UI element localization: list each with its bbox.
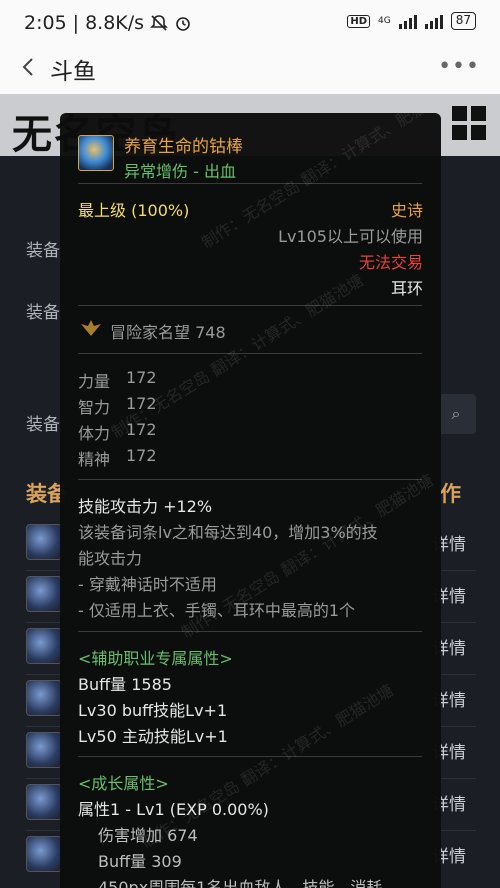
hd-badge: HD bbox=[347, 14, 371, 28]
stat-name: 精神 bbox=[78, 450, 111, 469]
watermark: 制作：无名空岛 翻译：计算式、肥猫池塘 bbox=[108, 270, 367, 442]
signal-icon-2 bbox=[424, 13, 443, 29]
stat-value: 172 bbox=[126, 368, 157, 387]
equip-row-icon bbox=[26, 784, 62, 820]
equip-row-icon bbox=[26, 576, 62, 612]
damage-increase: 伤害增加 674 bbox=[98, 826, 198, 845]
clock: 2:05 bbox=[24, 12, 67, 34]
battery-icon: 87 bbox=[450, 12, 476, 30]
support-header: <辅助职业专属属性> bbox=[78, 649, 233, 668]
growth-desc: 450px周围每1名出血敌人，技能、消耗 bbox=[98, 878, 383, 888]
divider bbox=[78, 305, 422, 306]
equip-row-icon bbox=[26, 680, 62, 716]
item-tooltip: 养育生命的钴棒 异常增伤 - 出血 最上级 (100%) 史诗 Lv105以上可… bbox=[60, 113, 441, 888]
page-title: 斗鱼 bbox=[50, 59, 96, 85]
reputation: 冒险家名望 748 bbox=[110, 323, 226, 342]
equip-row-icon bbox=[26, 836, 62, 872]
stat-name: 力量 bbox=[78, 372, 111, 391]
back-icon[interactable] bbox=[14, 52, 44, 82]
stat-value: 172 bbox=[126, 394, 157, 413]
item-grade: 最上级 (100%) bbox=[78, 201, 190, 220]
status-right: HD 4G 87 bbox=[347, 12, 476, 30]
separator: | bbox=[72, 12, 80, 34]
divider bbox=[78, 183, 422, 184]
skill-desc: 能攻击力 bbox=[78, 549, 143, 568]
item-rarity: 史诗 bbox=[390, 201, 423, 220]
grid-menu-icon[interactable] bbox=[452, 106, 486, 140]
divider bbox=[78, 631, 422, 632]
buff-amount-growth: Buff量 309 bbox=[98, 852, 182, 871]
stat-name: 体力 bbox=[78, 424, 111, 443]
skill-note: - 仅适用上衣、手镯、耳环中最高的1个 bbox=[78, 601, 356, 620]
signal-icon bbox=[398, 13, 417, 29]
status-bar: 2:05 | 8.8K/s HD 4G 87 bbox=[0, 0, 500, 44]
divider bbox=[78, 756, 422, 757]
stat-value: 172 bbox=[126, 446, 157, 465]
item-slot: 耳环 bbox=[390, 279, 423, 298]
buff-skill: Lv30 buff技能Lv+1 bbox=[78, 701, 228, 720]
app-header: 斗鱼 ••• bbox=[0, 44, 500, 94]
status-left: 2:05 | 8.8K/s bbox=[24, 12, 192, 34]
equip-label-1: 装备 bbox=[26, 241, 60, 261]
skill-attack: 技能攻击力 +12% bbox=[78, 497, 213, 516]
equip-row-icon bbox=[26, 732, 62, 768]
skill-desc: 该装备词条lv之和每达到40，增加3%的技 bbox=[78, 523, 378, 542]
item-icon bbox=[78, 135, 114, 171]
divider bbox=[78, 479, 422, 480]
growth-attribute: 属性1 - Lv1 (EXP 0.00%) bbox=[78, 800, 269, 819]
skill-note: - 穿戴神话时不适用 bbox=[78, 575, 217, 594]
divider bbox=[78, 353, 422, 354]
reputation-crest-icon bbox=[81, 320, 101, 336]
section-heading-right: 作 bbox=[440, 482, 461, 506]
search-button[interactable]: ⌕ bbox=[436, 394, 476, 434]
net-type: 4G bbox=[378, 16, 391, 26]
equip-label-2: 装备 bbox=[26, 303, 60, 323]
item-subtitle: 异常增伤 - 出血 bbox=[124, 162, 236, 181]
active-skill: Lv50 主动技能Lv+1 bbox=[78, 727, 228, 746]
level-requirement: Lv105以上可以使用 bbox=[278, 227, 423, 246]
equip-row-icon bbox=[26, 628, 62, 664]
net-speed: 8.8K/s bbox=[85, 12, 145, 34]
equip-label-3: 装备 bbox=[26, 415, 60, 435]
more-icon[interactable]: ••• bbox=[438, 54, 480, 79]
trade-status: 无法交易 bbox=[358, 253, 423, 272]
alarm-icon bbox=[176, 17, 190, 31]
growth-header: <成长属性> bbox=[78, 774, 169, 793]
stat-name: 智力 bbox=[78, 398, 111, 417]
equip-row-icon bbox=[26, 524, 62, 560]
buff-amount: Buff量 1585 bbox=[78, 675, 172, 694]
mute-bell-icon bbox=[150, 15, 168, 31]
stat-value: 172 bbox=[126, 420, 157, 439]
item-name: 养育生命的钴棒 bbox=[124, 137, 243, 157]
